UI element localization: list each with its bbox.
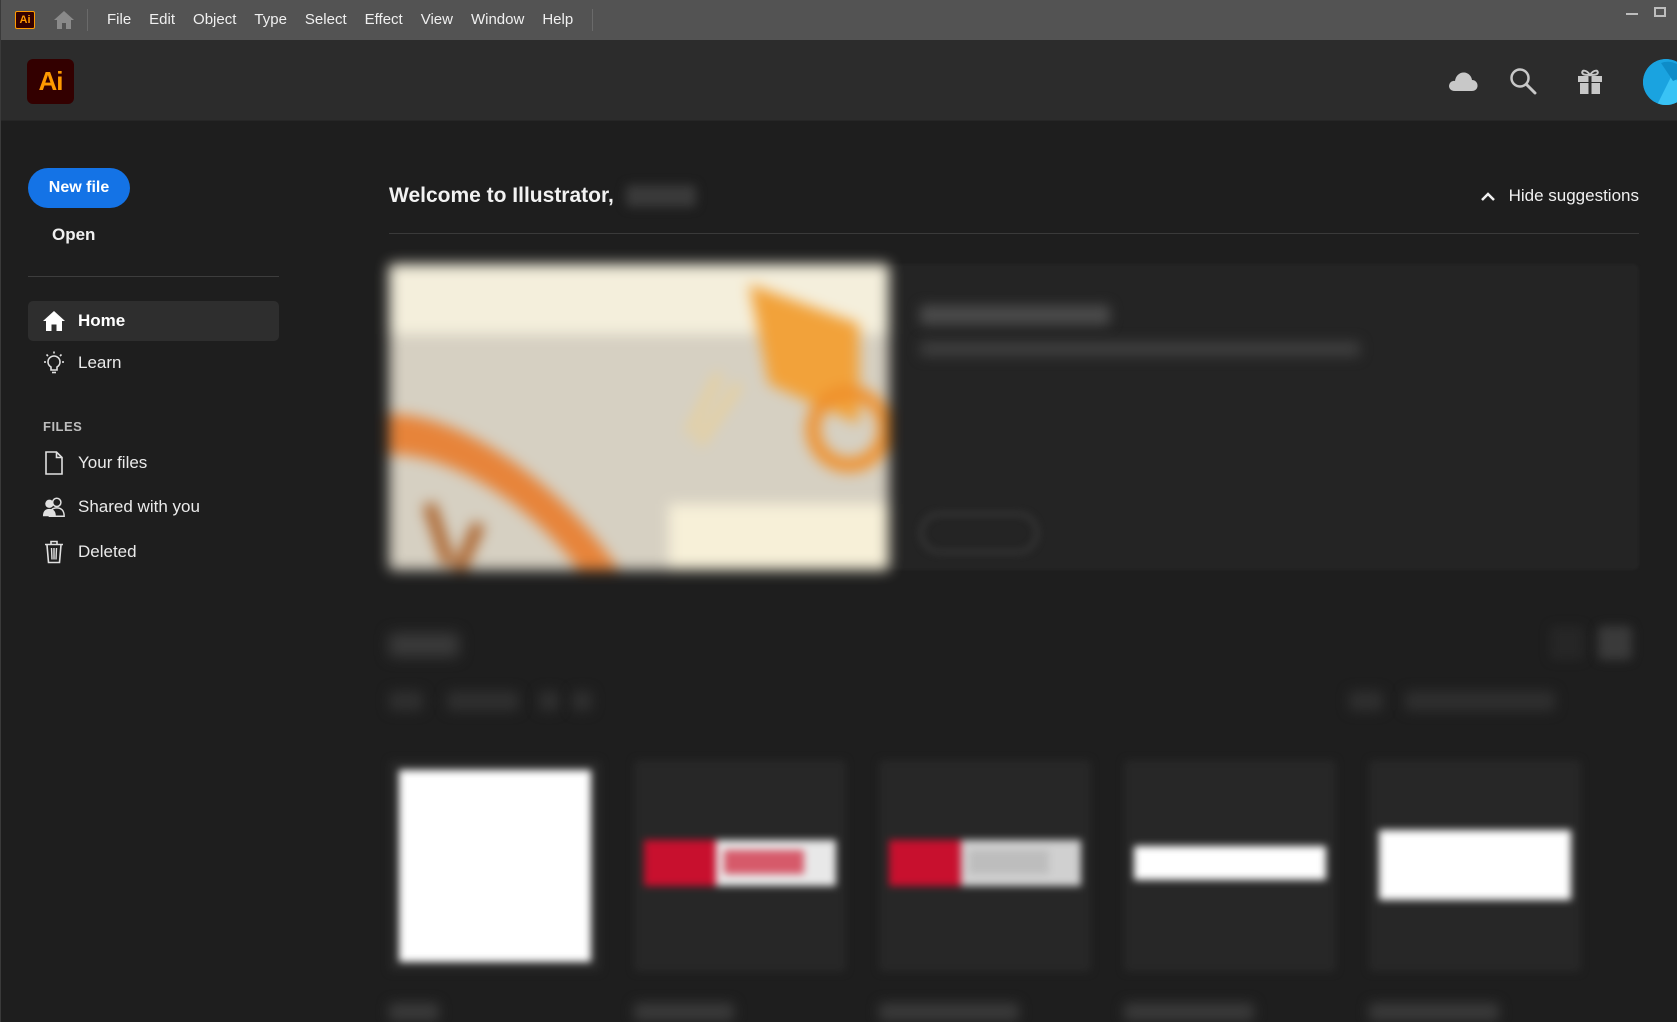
sidebar-item-label: Your files <box>78 453 148 472</box>
list-view-toggle[interactable] <box>1550 626 1584 660</box>
recent-file-name-redacted <box>389 1003 439 1021</box>
welcome-text: Welcome to Illustrator, <box>389 184 614 207</box>
suggestion-description-redacted <box>920 341 1360 357</box>
sidebar-item-label: Learn <box>78 353 122 372</box>
sidebar: New file Open Home Learn FILES Your file… <box>1 121 301 1022</box>
suggestion-action-button[interactable] <box>920 513 1038 553</box>
sidebar-item-your-files[interactable]: Your files <box>28 443 279 483</box>
menu-window[interactable]: Window <box>462 0 533 40</box>
maximize-icon[interactable] <box>1653 4 1667 17</box>
filter-label <box>1349 691 1383 711</box>
open-button[interactable]: Open <box>52 225 95 245</box>
minimize-icon[interactable] <box>1625 4 1639 15</box>
filter-dropdown[interactable] <box>447 691 519 711</box>
sidebar-divider <box>28 276 279 277</box>
cloud-icon[interactable] <box>1446 66 1480 96</box>
home-icon <box>42 309 66 333</box>
lightbulb-icon <box>42 351 66 375</box>
gift-icon[interactable] <box>1573 66 1607 96</box>
suggestion-card-image <box>389 264 889 570</box>
home-main: Welcome to Illustrator, Hide suggestions <box>389 121 1639 1022</box>
recent-file-name-redacted <box>1369 1003 1499 1021</box>
recent-file-thumbnail[interactable] <box>879 760 1091 972</box>
filter-chip[interactable] <box>389 691 423 711</box>
hide-suggestions-label: Hide suggestions <box>1508 186 1639 205</box>
main-menu: File Edit Object Type Select Effect View… <box>98 0 582 40</box>
recent-file-thumbnail[interactable] <box>1124 760 1336 972</box>
sidebar-item-shared[interactable]: Shared with you <box>28 487 279 527</box>
new-file-button[interactable]: New file <box>28 168 130 208</box>
recent-file-name-redacted <box>879 1003 1019 1021</box>
menu-help[interactable]: Help <box>533 0 582 40</box>
sidebar-item-label: Home <box>78 311 126 330</box>
recent-file-thumbnail[interactable] <box>634 760 846 972</box>
recent-file-thumbnail[interactable] <box>389 760 601 972</box>
filter-chip[interactable] <box>539 691 559 711</box>
files-heading: FILES <box>43 419 83 434</box>
menu-type[interactable]: Type <box>245 0 296 40</box>
menu-view[interactable]: View <box>412 0 462 40</box>
app-badge: Ai <box>15 11 35 29</box>
illustrator-logo: Ai <box>27 59 74 104</box>
hide-suggestions-button[interactable]: Hide suggestions <box>1479 186 1639 206</box>
menu-separator <box>87 9 88 31</box>
recent-file-name-redacted <box>1124 1003 1254 1021</box>
menu-object[interactable]: Object <box>184 0 245 40</box>
sidebar-item-label: Shared with you <box>78 497 200 516</box>
filter-chip[interactable] <box>572 691 592 711</box>
recent-heading-redacted <box>389 633 459 657</box>
search-icon[interactable] <box>1506 66 1540 96</box>
sidebar-item-label: Deleted <box>78 542 137 561</box>
recent-file-name-redacted <box>634 1003 734 1021</box>
welcome-heading: Welcome to Illustrator, <box>389 184 696 208</box>
menu-select[interactable]: Select <box>296 0 356 40</box>
sidebar-item-deleted[interactable]: Deleted <box>28 532 279 572</box>
avatar[interactable] <box>1643 59 1677 105</box>
document-icon <box>42 451 66 475</box>
app-window: Ai File Edit Object Type Select Effect V… <box>0 0 1677 1022</box>
home-icon[interactable] <box>51 8 77 32</box>
people-icon <box>42 495 66 519</box>
recent-file-thumbnail[interactable] <box>1369 760 1581 972</box>
menu-edit[interactable]: Edit <box>140 0 184 40</box>
grid-view-toggle[interactable] <box>1598 626 1632 660</box>
menu-bar: Ai File Edit Object Type Select Effect V… <box>1 0 1677 40</box>
window-controls <box>1625 4 1667 17</box>
sidebar-item-home[interactable]: Home <box>28 301 279 341</box>
suggestion-title-redacted <box>920 305 1110 325</box>
menu-file[interactable]: File <box>98 0 140 40</box>
app-header: Ai <box>1 40 1677 121</box>
user-name-redacted <box>625 185 696 208</box>
welcome-divider <box>389 233 1639 234</box>
menu-separator <box>592 9 594 31</box>
chevron-up-icon <box>1479 189 1497 203</box>
sidebar-item-learn[interactable]: Learn <box>28 343 279 383</box>
filter-search-input[interactable] <box>1405 691 1555 711</box>
trash-icon <box>42 540 66 564</box>
menu-effect[interactable]: Effect <box>356 0 412 40</box>
